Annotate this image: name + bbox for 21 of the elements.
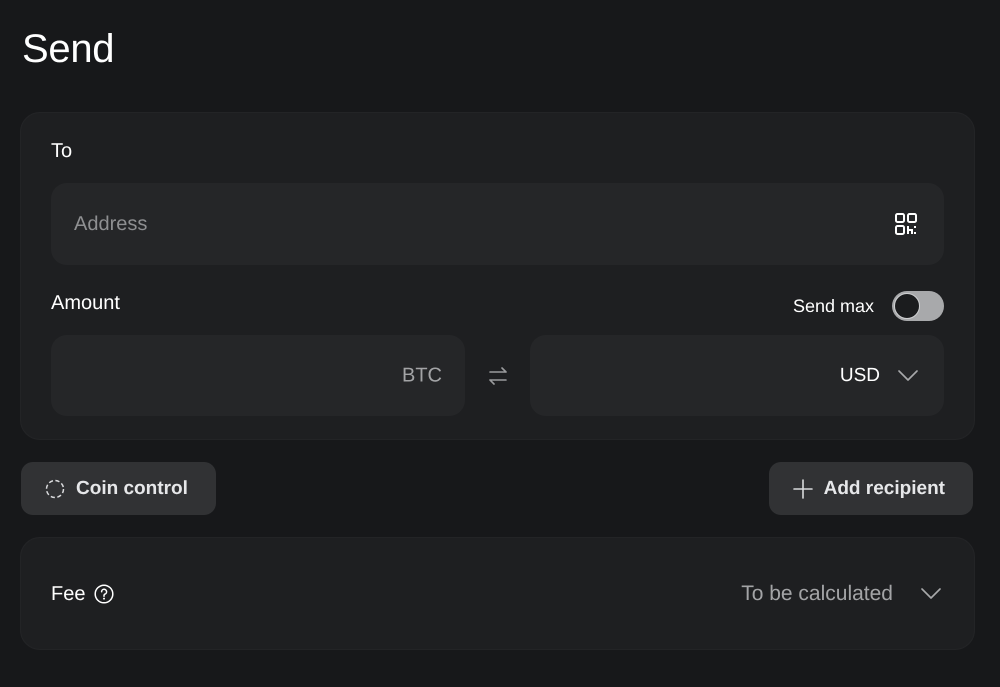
chevron-down-icon xyxy=(921,588,941,600)
send-max-label: Send max xyxy=(792,296,874,316)
address-field[interactable]: Address xyxy=(51,183,944,265)
plus-icon xyxy=(792,478,813,498)
qr-code-button[interactable] xyxy=(894,212,918,236)
add-recipient-button[interactable]: Add recipient xyxy=(768,462,973,515)
help-icon[interactable] xyxy=(94,584,114,604)
dashed-circle-icon xyxy=(45,478,65,498)
amount-label: Amount xyxy=(51,291,120,315)
coin-control-button[interactable]: Coin control xyxy=(21,462,216,515)
send-max-toggle[interactable] xyxy=(892,291,944,321)
to-label: To xyxy=(51,139,72,163)
fiat-amount-field[interactable] xyxy=(530,335,944,416)
fee-label: Fee xyxy=(51,582,86,606)
currency-dropdown[interactable]: USD xyxy=(840,364,918,386)
unit-label: BTC xyxy=(402,364,442,387)
qr-code-icon xyxy=(894,212,918,236)
page-title: Send xyxy=(22,26,114,72)
chevron-down-icon xyxy=(898,370,918,382)
swap-arrows-icon xyxy=(486,366,508,386)
fee-dropdown[interactable]: To be calculated xyxy=(741,582,941,606)
